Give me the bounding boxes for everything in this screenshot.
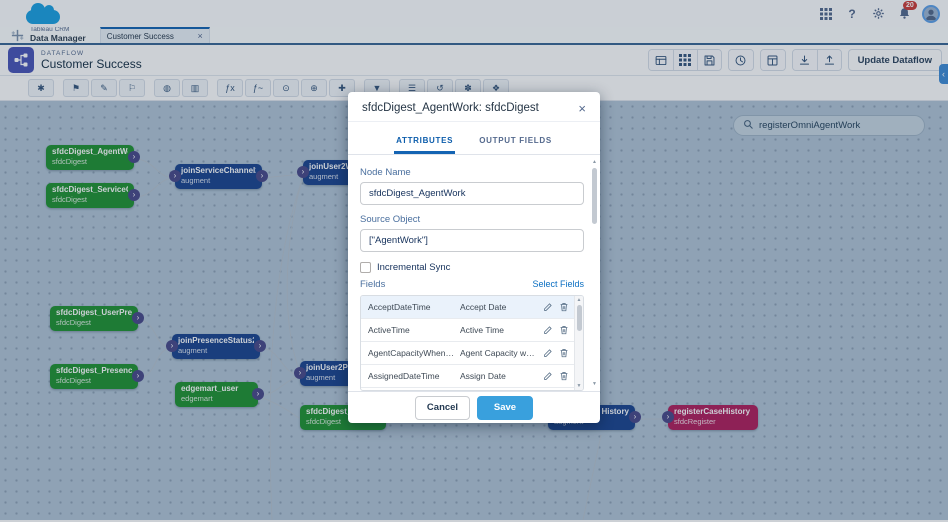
fields-scrollbar[interactable]: ▲▼ [574, 296, 583, 390]
field-row: AgentCapacityWhenDecli…Agent Capacity wh… [361, 342, 583, 365]
field-row: ActiveTimeActive Time [361, 319, 583, 342]
cancel-button[interactable]: Cancel [415, 396, 470, 420]
modal-footer: Cancel Save [348, 391, 600, 423]
modal-body: Node Name Source Object Incremental Sync… [348, 155, 600, 391]
delete-field-icon[interactable] [559, 325, 569, 335]
field-row: AcceptDateTimeAccept Date [361, 296, 583, 319]
modal-scrollbar[interactable]: ▲▼ [591, 159, 598, 387]
field-name: AgentCapacityWhenDecli… [368, 348, 460, 358]
fields-table: AcceptDateTimeAccept DateActiveTimeActiv… [360, 295, 584, 391]
tab-attributes[interactable]: ATTRIBUTES [394, 132, 455, 154]
fields-label: Fields [360, 279, 532, 290]
field-row: AssignedDateTimeAssign Date [361, 365, 583, 388]
edit-field-icon[interactable] [543, 302, 553, 312]
edit-field-icon[interactable] [543, 371, 553, 381]
field-label: Agent Capacity when Dec… [460, 348, 543, 358]
incremental-sync-label: Incremental Sync [377, 262, 450, 273]
node-edit-modal: sfdcDigest_AgentWork: sfdcDigest × ATTRI… [348, 92, 600, 423]
app-window: ? 20 Tableau CRM Data Manager Customer S… [0, 0, 948, 522]
node-name-label: Node Name [360, 167, 584, 178]
source-object-label: Source Object [360, 214, 584, 225]
field-name: AcceptDateTime [368, 302, 460, 312]
modal-close-icon[interactable]: × [578, 102, 586, 115]
modal-title: sfdcDigest_AgentWork: sfdcDigest [362, 102, 578, 114]
delete-field-icon[interactable] [559, 348, 569, 358]
field-name: ActiveTime [368, 325, 460, 335]
modal-tabs: ATTRIBUTES OUTPUT FIELDS [348, 122, 600, 155]
delete-field-icon[interactable] [559, 302, 569, 312]
source-object-input[interactable] [360, 229, 584, 252]
field-row: CancelDateTimeCancel Date [361, 388, 583, 391]
incremental-sync-checkbox[interactable] [360, 262, 371, 273]
save-button[interactable]: Save [477, 396, 533, 420]
select-fields-link[interactable]: Select Fields [532, 279, 584, 289]
edit-field-icon[interactable] [543, 325, 553, 335]
field-label: Accept Date [460, 302, 543, 312]
field-label: Assign Date [460, 371, 543, 381]
field-label: Active Time [460, 325, 543, 335]
delete-field-icon[interactable] [559, 371, 569, 381]
field-name: AssignedDateTime [368, 371, 460, 381]
node-name-input[interactable] [360, 182, 584, 205]
tab-output-fields[interactable]: OUTPUT FIELDS [477, 132, 554, 154]
edit-field-icon[interactable] [543, 348, 553, 358]
